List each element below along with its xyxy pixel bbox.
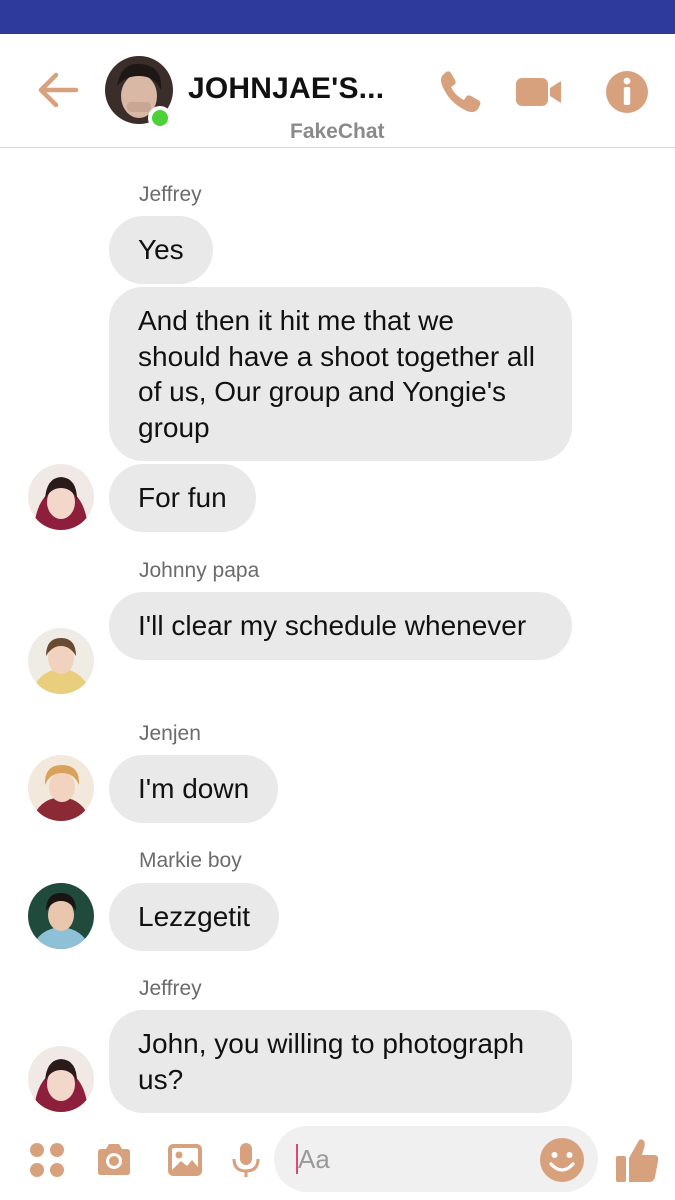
sender-avatar[interactable]: [28, 628, 94, 694]
message-bubble[interactable]: For fun: [109, 464, 256, 532]
sender-name: Markie boy: [139, 849, 242, 872]
info-icon[interactable]: [603, 68, 651, 116]
message-bubble[interactable]: Yes: [109, 216, 213, 284]
thumbs-up-icon[interactable]: [614, 1136, 660, 1184]
camera-icon[interactable]: [94, 1140, 134, 1180]
microphone-icon[interactable]: [226, 1140, 266, 1180]
video-camera-icon[interactable]: [514, 68, 562, 116]
back-arrow-icon[interactable]: [36, 70, 80, 110]
sender-avatar[interactable]: [28, 464, 94, 530]
sender-name: Jeffrey: [139, 977, 202, 1000]
image-icon[interactable]: [165, 1140, 205, 1180]
message-bubble[interactable]: I'll clear my schedule whenever: [109, 592, 572, 660]
sender-avatar[interactable]: [28, 755, 94, 821]
emoji-icon[interactable]: [538, 1136, 586, 1184]
sender-name: Johnny papa: [139, 559, 260, 582]
sender-avatar[interactable]: [28, 1046, 94, 1112]
sender-avatar[interactable]: [28, 883, 94, 949]
phone-icon[interactable]: [436, 68, 484, 116]
menu-dots-icon[interactable]: [27, 1140, 67, 1180]
message-bubble[interactable]: Lezzgetit: [109, 883, 280, 951]
message-bubble[interactable]: John, you willing to photograph us?: [109, 1010, 572, 1113]
online-status-dot: [148, 106, 172, 130]
message-bubble[interactable]: I'm down: [109, 755, 279, 823]
sender-name: Jenjen: [139, 722, 201, 745]
chat-subtitle: FakeChat: [290, 120, 385, 143]
chat-title[interactable]: JOHNJAE'S...: [188, 72, 384, 106]
status-bar: [0, 0, 675, 34]
sender-name: Jeffrey: [139, 183, 202, 206]
message-composer: Aa: [0, 1118, 675, 1200]
message-bubble[interactable]: And then it hit me that we should have a…: [109, 287, 572, 461]
message-input-placeholder: Aa: [298, 1144, 330, 1174]
chat-header: JOHNJAE'S... FakeChat: [0, 34, 675, 148]
